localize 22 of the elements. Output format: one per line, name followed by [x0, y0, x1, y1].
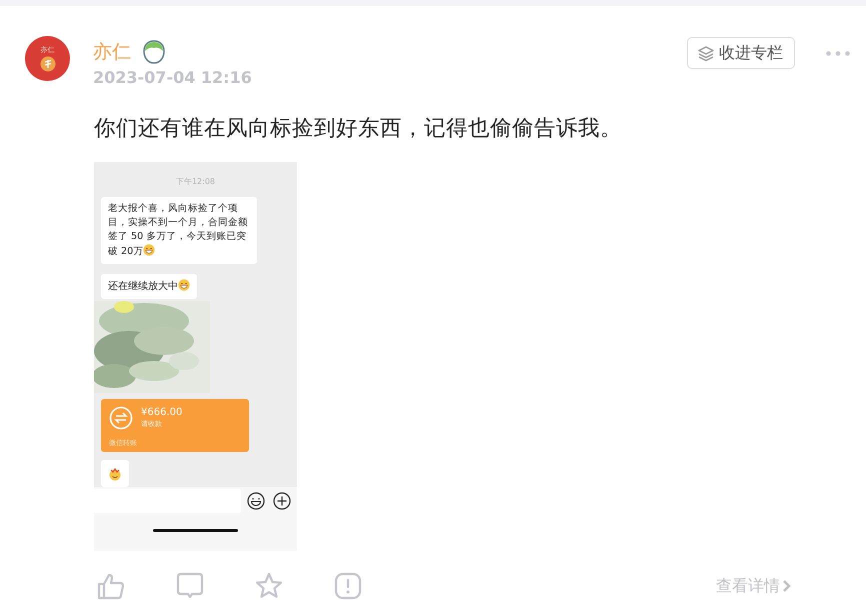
- add-icon[interactable]: [273, 492, 291, 510]
- post-text: 你们还有谁在风向标捡到好东西，记得也偷偷告诉我。: [94, 115, 623, 142]
- badge-icon: [143, 40, 165, 64]
- sticker-icon: [108, 466, 122, 480]
- transfer-icon: [109, 406, 133, 430]
- report-icon[interactable]: [333, 571, 363, 601]
- comment-icon[interactable]: [175, 571, 205, 601]
- message-bubble: 老大报个喜，风向标捡了个项目，实操不到一个月，合同金额签了 50 多万了，今天到账已突破 20万: [101, 197, 257, 264]
- chat-timestamp: 下午12:08: [176, 176, 216, 187]
- emoji-icon[interactable]: [247, 492, 265, 510]
- star-icon[interactable]: [254, 571, 284, 601]
- author-name[interactable]: 亦仁: [93, 39, 131, 65]
- post-time: 2023-07-04 12:16: [93, 68, 252, 87]
- more-icon[interactable]: [826, 51, 850, 56]
- message-bubble: 还在继续放大中: [101, 274, 197, 299]
- chevron-icon: [782, 579, 791, 593]
- coin-icon: [40, 56, 56, 72]
- like-icon[interactable]: [96, 571, 126, 601]
- stack-icon: [697, 45, 715, 61]
- collect-button[interactable]: 收进专栏: [687, 37, 795, 69]
- transfer-amount: ¥666.00: [141, 407, 182, 419]
- view-details-link[interactable]: 查看详情: [716, 576, 840, 596]
